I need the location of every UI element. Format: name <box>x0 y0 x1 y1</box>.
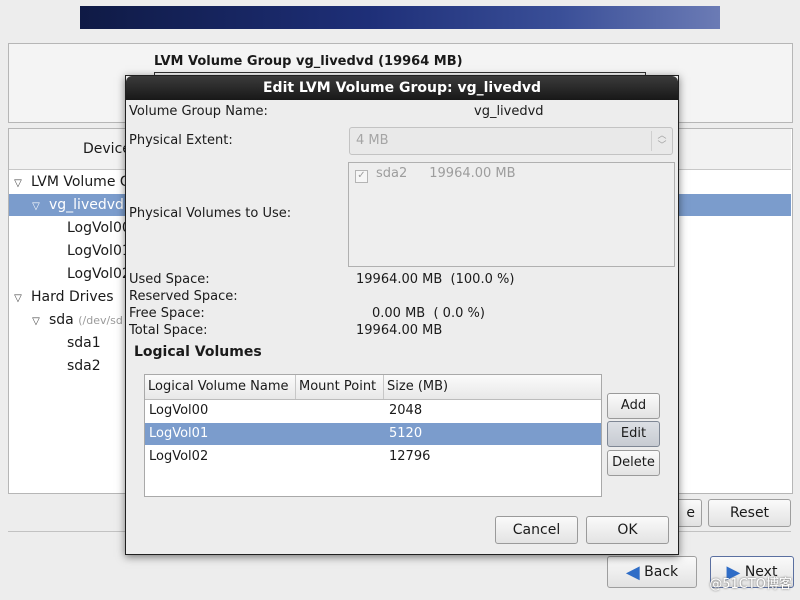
free-space-value: 0.00 MB ( 0.0 %) <box>372 306 485 321</box>
top-banner <box>80 6 720 29</box>
ok-button[interactable]: OK <box>586 516 669 544</box>
device-path: (/dev/sd <box>78 314 123 327</box>
expander-down-icon[interactable]: ▽ <box>29 196 43 218</box>
physical-extent-select[interactable]: 4 MB ︿ ﹀ <box>349 127 673 155</box>
dialog-title[interactable]: Edit LVM Volume Group: vg_livedvd <box>126 76 678 100</box>
vg-name-value: vg_livedvd <box>474 104 544 119</box>
edit-button[interactable]: Edit <box>607 421 660 447</box>
expander-down-icon[interactable]: ▽ <box>11 288 25 310</box>
vg-name-label: Volume Group Name: <box>129 104 268 119</box>
back-button[interactable]: ◀ Back <box>607 556 697 588</box>
column-header-size[interactable]: Size (MB) <box>384 375 601 399</box>
table-header: Logical Volume Name Mount Point Size (MB… <box>145 375 601 400</box>
logical-volumes-table[interactable]: Logical Volume Name Mount Point Size (MB… <box>144 374 602 497</box>
cancel-button[interactable]: Cancel <box>495 516 578 544</box>
column-header-name[interactable]: Logical Volume Name <box>145 375 296 399</box>
table-row[interactable]: LogVol01 5120 <box>145 423 601 445</box>
expander-down-icon[interactable]: ▽ <box>11 173 25 195</box>
table-row[interactable]: LogVol00 2048 <box>145 400 601 422</box>
table-row[interactable]: LogVol02 12796 <box>145 446 601 468</box>
edit-lvm-dialog: Edit LVM Volume Group: vg_livedvd Volume… <box>125 75 679 555</box>
reset-button[interactable]: Reset <box>708 499 791 527</box>
free-space-label: Free Space: <box>129 306 205 321</box>
physical-extent-label: Physical Extent: <box>129 133 233 148</box>
device-column-header: Device <box>83 141 131 157</box>
physical-volumes-list[interactable]: ✓ sda2 19964.00 MB <box>348 162 675 267</box>
physical-volumes-label: Physical Volumes to Use: <box>129 206 292 221</box>
checkbox-checked-icon[interactable]: ✓ <box>355 170 368 183</box>
watermark-text: @51CTO博客 <box>709 577 792 592</box>
column-header-mount[interactable]: Mount Point <box>296 375 384 399</box>
used-space-label: Used Space: <box>129 272 210 287</box>
reserved-space-label: Reserved Space: <box>129 289 238 304</box>
total-space-value: 19964.00 MB <box>356 323 443 338</box>
pv-item-sda2[interactable]: ✓ sda2 19964.00 MB <box>355 166 516 183</box>
lvm-group-title: LVM Volume Group vg_livedvd (19964 MB) <box>154 54 463 69</box>
chevron-updown-icon: ︿ ﹀ <box>651 131 672 151</box>
logical-volumes-heading: Logical Volumes <box>134 344 262 360</box>
total-space-label: Total Space: <box>129 323 208 338</box>
add-button[interactable]: Add <box>607 393 660 419</box>
used-space-value: 19964.00 MB (100.0 %) <box>356 272 515 287</box>
arrow-left-icon: ◀ <box>625 562 640 583</box>
expander-down-icon[interactable]: ▽ <box>29 311 43 333</box>
delete-button[interactable]: Delete <box>607 450 660 476</box>
